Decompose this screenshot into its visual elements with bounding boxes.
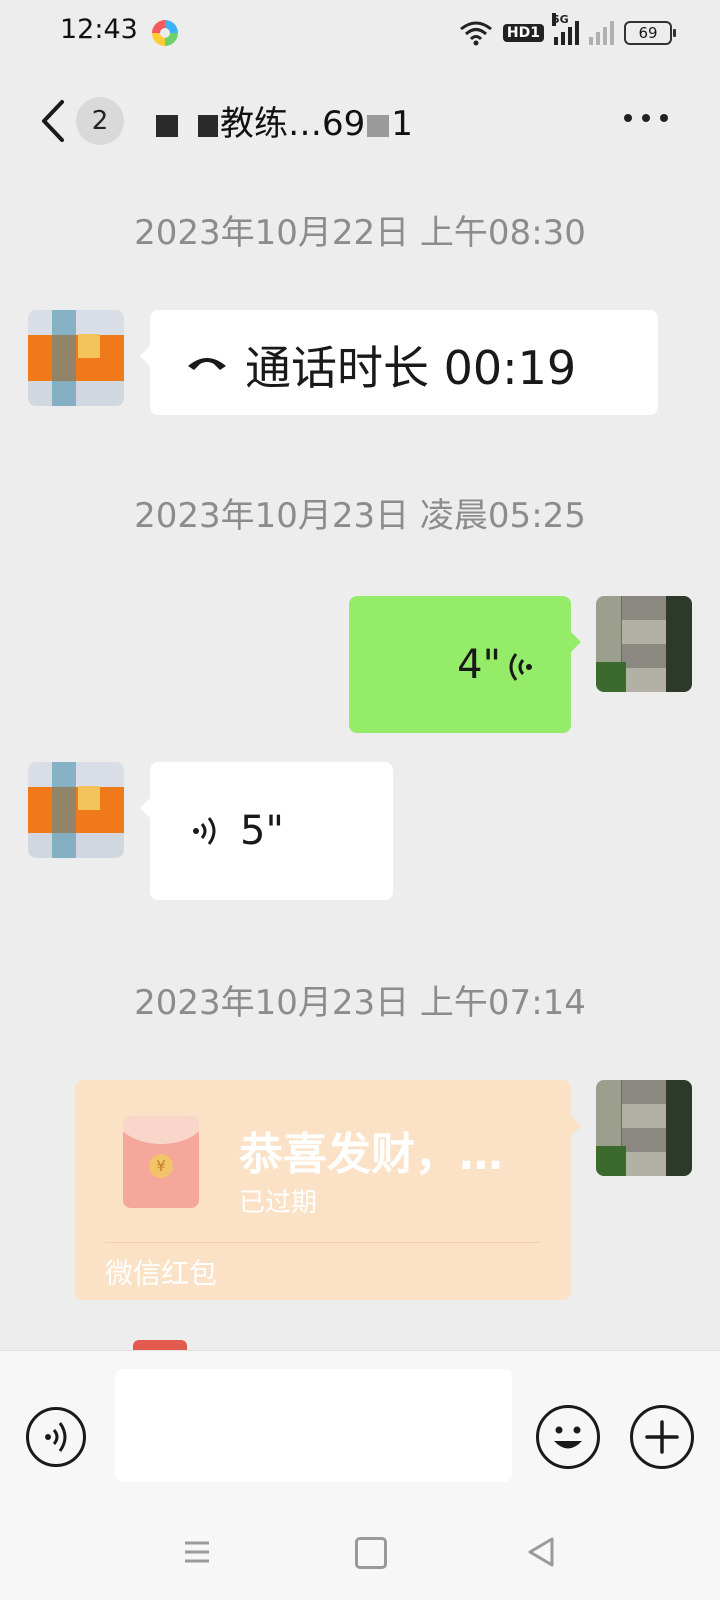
menu-icon[interactable]: [182, 1537, 212, 1567]
unread-count-badge[interactable]: 2: [76, 97, 124, 145]
redaction-block: [156, 114, 178, 137]
contact-avatar[interactable]: [28, 762, 124, 858]
voice-message-bubble[interactable]: 4": [349, 596, 581, 733]
phone-hangup-icon: [188, 358, 226, 370]
status-icons: HD1 5G 69: [459, 13, 676, 50]
app-notification-icon: [152, 20, 178, 46]
voice-duration: 5": [240, 808, 284, 854]
yuan-coin-icon: ¥: [149, 1154, 173, 1178]
voice-input-toggle[interactable]: [26, 1407, 86, 1467]
hd-badge: HD1: [502, 24, 544, 42]
partial-red-packet-icon: [133, 1340, 187, 1350]
plus-icon: [645, 1420, 679, 1454]
red-packet-status: 已过期: [239, 1188, 318, 1218]
status-time: 12:43: [60, 14, 138, 45]
redaction-block: [198, 114, 218, 137]
red-packet-label: 微信红包: [105, 1257, 218, 1290]
redaction-block: [367, 114, 390, 137]
system-nav-bar: [0, 1515, 720, 1600]
more-functions-button[interactable]: [630, 1405, 694, 1469]
voice-duration: 4": [457, 642, 501, 688]
voice-wave-icon: [509, 653, 532, 681]
red-packet-card[interactable]: ¥ 恭喜发财，… 已过期 微信红包: [75, 1080, 581, 1300]
chat-header: 2 教练…69 1: [0, 66, 720, 176]
call-duration-text: 通话时长 00:19: [245, 341, 577, 395]
message-timestamp: 2023年10月23日 凌晨05:25: [134, 496, 586, 536]
nav-back-icon[interactable]: [526, 1535, 556, 1569]
back-arrow-icon[interactable]: [36, 96, 76, 146]
chat-title[interactable]: 教练…69 1: [156, 96, 413, 145]
signal-icon: 5G: [552, 13, 579, 45]
message-timestamp: 2023年10月23日 上午07:14: [134, 983, 586, 1023]
status-bar: 12:43 HD1 5G 69: [0, 0, 720, 66]
battery-icon: 69: [624, 21, 676, 45]
message-timestamp: 2023年10月22日 上午08:30: [134, 213, 586, 253]
contact-avatar[interactable]: [28, 310, 124, 406]
message-input[interactable]: [115, 1369, 512, 1482]
home-icon[interactable]: [355, 1537, 387, 1569]
chat-title-text: 教练…69: [220, 104, 366, 144]
smiley-icon: [554, 1426, 582, 1449]
voice-message-bubble[interactable]: 5": [140, 762, 393, 900]
red-packet-icon: ¥: [123, 1116, 199, 1208]
voice-wave-icon: [193, 817, 216, 845]
my-avatar[interactable]: [596, 596, 692, 692]
chat-title-tail: 1: [391, 104, 413, 144]
voice-wave-icon: [45, 1422, 67, 1452]
signal-tag: 5G: [552, 13, 569, 26]
red-packet-title: 恭喜发财，…: [239, 1129, 503, 1180]
signal-secondary-icon: [589, 21, 614, 45]
emoji-button[interactable]: [536, 1405, 600, 1469]
divider: [105, 1242, 541, 1243]
call-record-bubble[interactable]: 通话时长 00:19: [140, 310, 658, 415]
more-options-icon[interactable]: [624, 114, 668, 126]
my-avatar[interactable]: [596, 1080, 692, 1176]
wifi-icon: [459, 21, 492, 46]
input-bar: [0, 1350, 720, 1516]
